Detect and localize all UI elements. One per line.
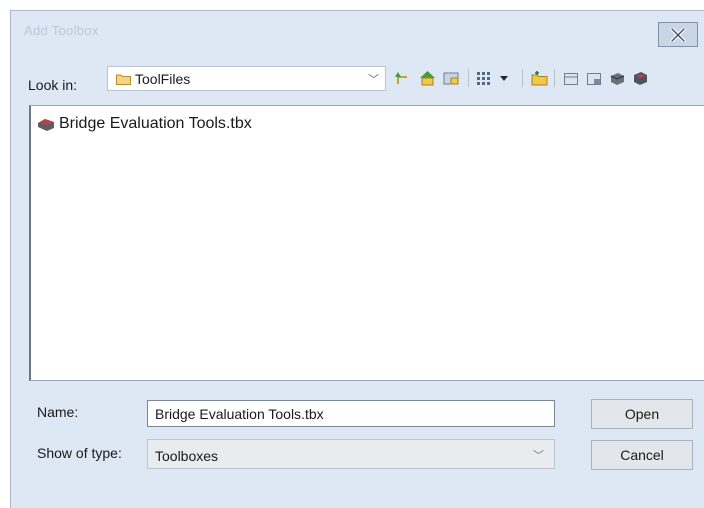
paste-icon [610,73,624,85]
new-folder-button[interactable] [529,68,549,88]
name-input-value: Bridge Evaluation Tools.tbx [155,406,324,422]
new-toolbox-icon [564,73,578,85]
cancel-button[interactable]: Cancel [591,440,693,470]
look-in-value: ToolFiles [135,71,191,87]
add-toolbox-dialog: Add Toolbox Look in: ToolFiles ﹀ Bridge … [10,10,704,508]
title-bar: Add Toolbox [11,11,704,55]
folder-icon [116,74,131,85]
show-of-type-dropdown[interactable]: Toolboxes ﹀ [147,439,555,469]
up-one-level-icon [395,72,407,84]
close-icon [670,27,686,42]
connect-folder-button[interactable] [441,68,461,88]
toolbar-separator [554,69,555,87]
chevron-down-icon: ﹀ [368,74,379,86]
view-options-icon [477,72,508,85]
toolbox-button[interactable] [630,68,650,88]
name-input[interactable]: Bridge Evaluation Tools.tbx [147,400,555,427]
copy-icon [587,73,601,85]
show-of-type-label: Show of type: [37,445,122,461]
look-in-dropdown[interactable]: ToolFiles ﹀ [107,66,386,91]
close-button[interactable] [658,22,698,47]
home-button[interactable] [417,68,437,88]
window-title: Add Toolbox [24,23,99,38]
file-list[interactable]: Bridge Evaluation Tools.tbx [29,105,704,381]
view-options-button[interactable] [475,68,517,88]
chevron-down-icon: ﹀ [533,450,544,462]
toolbar-separator [522,69,523,87]
name-label: Name: [37,404,79,420]
paste-button[interactable] [607,68,627,88]
up-one-level-button[interactable] [394,68,412,88]
toolbar-separator [468,69,469,87]
toolbox-icon [38,118,54,131]
look-in-label: Look in: [28,77,78,93]
new-toolbox-button[interactable] [561,68,581,88]
list-item[interactable]: Bridge Evaluation Tools.tbx [37,115,252,133]
connect-folder-icon [443,72,458,85]
home-icon [419,71,435,86]
show-of-type-value: Toolboxes [155,448,219,464]
copy-button[interactable] [584,68,604,88]
toolbox-icon [633,72,647,85]
open-button[interactable]: Open [591,399,693,429]
file-name: Bridge Evaluation Tools.tbx [59,115,252,132]
new-folder-icon [531,71,547,86]
